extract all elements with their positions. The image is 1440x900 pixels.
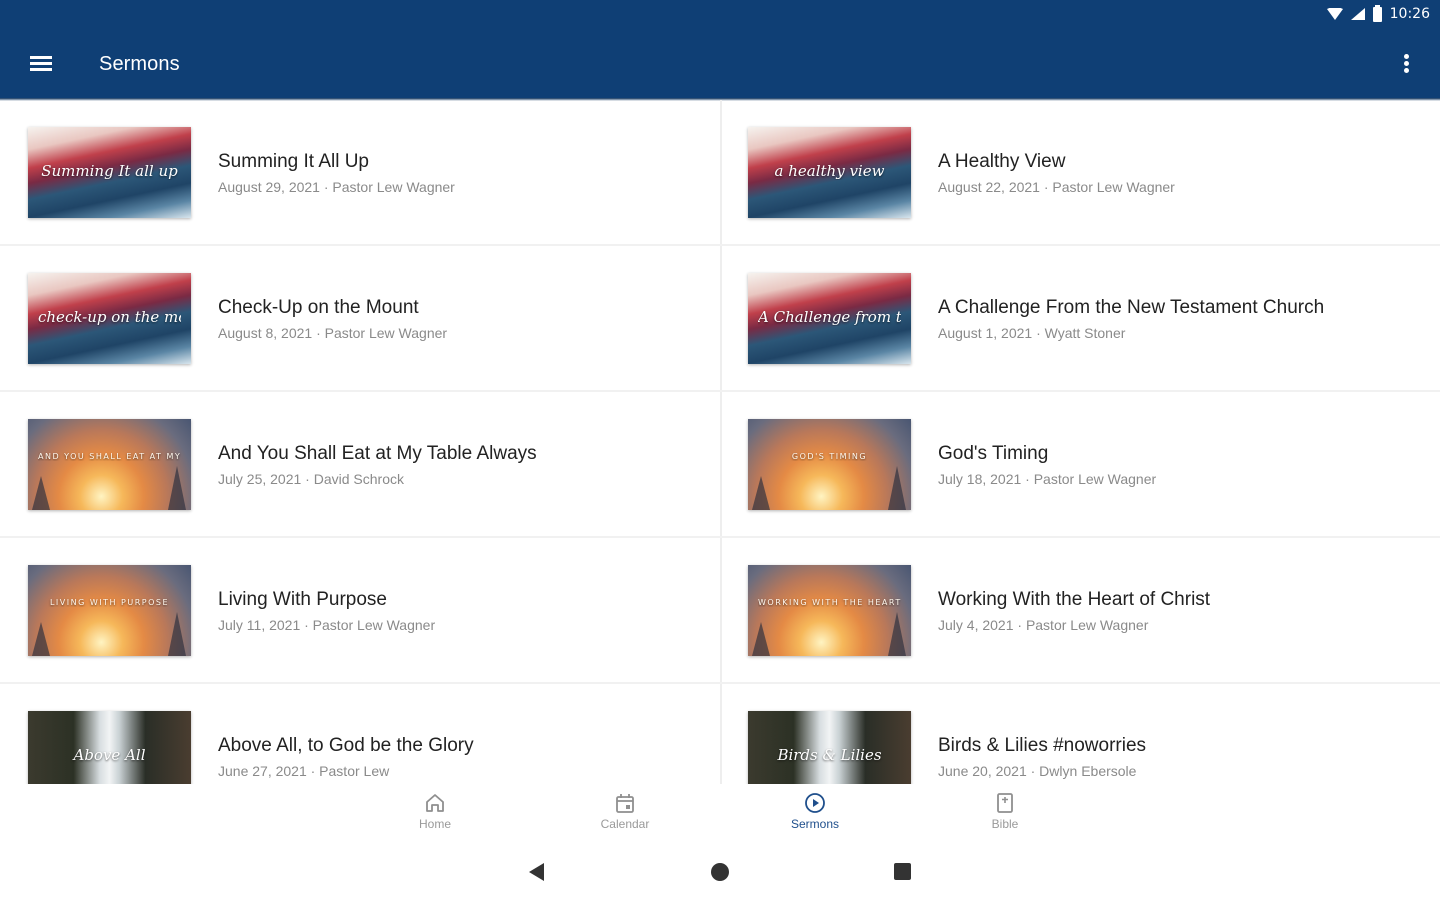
sermon-title: A Healthy View	[938, 151, 1066, 172]
thumbnail-caption: Birds & Lilies	[777, 745, 882, 764]
sermon-card[interactable]: Birds & Lilies Birds & Lilies #noworries J…	[720, 684, 1440, 784]
thumbnail-caption: a healthy view	[774, 161, 885, 180]
tree-shape	[168, 466, 186, 510]
sermon-card[interactable]: LIVING WITH PURPOSE Living With Purpose Ju…	[0, 538, 720, 684]
system-navigation-bar	[0, 844, 1440, 900]
tree-shape	[752, 622, 770, 656]
thumbnail-caption: A Challenge from the New Testament Churc…	[758, 307, 901, 326]
book-icon	[997, 793, 1013, 813]
sermon-thumbnail: Summing It all up	[28, 127, 191, 218]
sermon-list: Summing It all up Summing It All Up August…	[0, 100, 1440, 784]
sermon-meta: August 29, 2021 · Pastor Lew Wagner	[218, 179, 455, 195]
sermon-thumbnail: GOD'S TIMING	[748, 419, 911, 510]
sermon-thumbnail: WORKING WITH THE HEART OF CHRIST	[748, 565, 911, 656]
status-time: 10:26	[1389, 6, 1430, 22]
sermon-card[interactable]: AND YOU SHALL EAT AT MY TABLE ALWAYS And …	[0, 392, 720, 538]
sermon-title: Summing It All Up	[218, 151, 369, 172]
page-title: Sermons	[99, 53, 180, 75]
battery-icon	[1372, 4, 1382, 22]
thumbnail-caption: check-up on the mount	[38, 307, 181, 326]
status-icons: 10:26	[1326, 4, 1430, 22]
sermon-title: Working With the Heart of Christ	[938, 589, 1211, 610]
sermon-card[interactable]: A Challenge from the New Testament Churc…	[720, 246, 1440, 392]
thumbnail-caption: AND YOU SHALL EAT AT MY TABLE ALWAYS	[38, 451, 181, 461]
sermon-card[interactable]: Above All Above All, to God be the Glory J…	[0, 684, 720, 784]
thumbnail-caption: Above All	[73, 745, 146, 764]
sermon-title: God's Timing	[938, 443, 1049, 464]
nav-label: Sermons	[790, 817, 840, 831]
nav-item-sermons[interactable]: Sermons	[765, 792, 865, 842]
back-icon[interactable]	[529, 863, 544, 881]
sermon-meta: August 22, 2021 · Pastor Lew Wagner	[938, 179, 1175, 195]
sermon-title: And You Shall Eat at My Table Always	[218, 443, 537, 464]
sermon-thumbnail: Birds & Lilies	[748, 711, 911, 784]
sermon-meta: July 4, 2021 · Pastor Lew Wagner	[938, 617, 1149, 633]
tree-shape	[32, 622, 50, 656]
sermon-thumbnail: a healthy view	[748, 127, 911, 218]
sermon-meta: June 27, 2021 · Pastor Lew	[218, 763, 390, 779]
nav-item-home[interactable]: Home	[385, 792, 485, 842]
thumbnail-caption: GOD'S TIMING	[791, 451, 868, 461]
recents-icon[interactable]	[894, 863, 911, 880]
nav-item-calendar[interactable]: Calendar	[575, 792, 675, 842]
nav-label: Home	[418, 817, 451, 831]
tree-shape	[32, 476, 50, 510]
status-bar: 10:26	[0, 0, 1440, 30]
thumbnail-caption: Summing It all up	[41, 161, 178, 180]
sermon-thumbnail: check-up on the mount	[28, 273, 191, 364]
sermon-card[interactable]: WORKING WITH THE HEART OF CHRIST Working …	[720, 538, 1440, 684]
play-circle-icon	[805, 793, 825, 813]
calendar-icon	[616, 794, 634, 813]
sermon-title: A Challenge From the New Testament Churc…	[938, 297, 1325, 318]
sermon-title: Living With Purpose	[218, 589, 387, 610]
nav-item-bible[interactable]: Bible	[955, 792, 1055, 842]
sermon-thumbnail: AND YOU SHALL EAT AT MY TABLE ALWAYS	[28, 419, 191, 510]
sermon-meta: July 25, 2021 · David Schrock	[218, 471, 404, 487]
sermon-meta: July 18, 2021 · Pastor Lew Wagner	[938, 471, 1157, 487]
sermon-meta: August 8, 2021 · Pastor Lew Wagner	[218, 325, 448, 341]
nav-label: Bible	[991, 817, 1019, 831]
app-bar: Sermons	[0, 30, 1440, 98]
sermon-card[interactable]: check-up on the mount Check-Up on the Mou…	[0, 246, 720, 392]
sermon-meta: July 11, 2021 · Pastor Lew Wagner	[218, 617, 436, 633]
sermon-meta: June 20, 2021 · Dwlyn Ebersole	[938, 763, 1137, 779]
sermon-title: Above All, to God be the Glory	[218, 735, 474, 756]
nav-label: Calendar	[600, 817, 650, 831]
wifi-icon	[1326, 8, 1343, 20]
sermon-card[interactable]: Summing It all up Summing It All Up August…	[0, 100, 720, 246]
sermon-thumbnail: Above All	[28, 711, 191, 784]
signal-icon	[1350, 8, 1365, 20]
home-button-icon[interactable]	[711, 863, 729, 881]
sermon-card[interactable]: a healthy view A Healthy View August 22, 2…	[720, 100, 1440, 246]
more-options-icon[interactable]	[1392, 50, 1420, 78]
sermon-card[interactable]: GOD'S TIMING God's Timing July 18, 2021 · …	[720, 392, 1440, 538]
sermon-title: Check-Up on the Mount	[218, 297, 419, 318]
tree-shape	[888, 612, 906, 656]
bottom-navigation: Home Calendar Sermons Bible	[0, 784, 1440, 844]
sermon-thumbnail: A Challenge from the New Testament Churc…	[748, 273, 911, 364]
sermon-meta: August 1, 2021 · Wyatt Stoner	[938, 325, 1126, 341]
home-icon	[426, 794, 444, 812]
hamburger-menu-icon[interactable]	[26, 50, 56, 78]
thumbnail-caption: LIVING WITH PURPOSE	[49, 597, 170, 607]
tree-shape	[888, 466, 906, 510]
sermon-thumbnail: LIVING WITH PURPOSE	[28, 565, 191, 656]
sermon-title: Birds & Lilies #noworries	[938, 735, 1147, 756]
thumbnail-caption: WORKING WITH THE HEART OF CHRIST	[758, 597, 901, 607]
tree-shape	[752, 476, 770, 510]
tree-shape	[168, 612, 186, 656]
